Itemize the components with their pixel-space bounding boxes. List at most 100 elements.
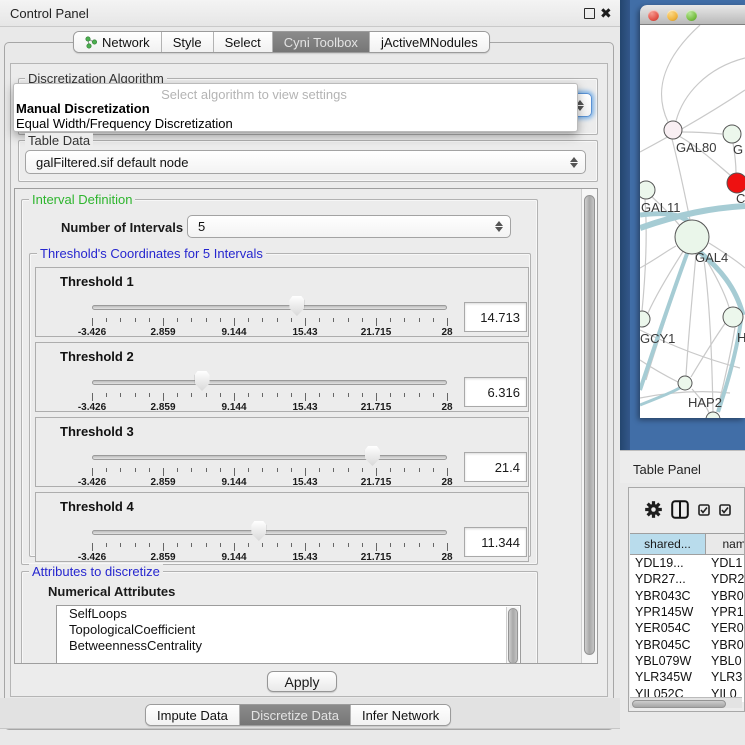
tab-cyni-toolbox[interactable]: Cyni Toolbox bbox=[273, 32, 370, 52]
tick-label: 28 bbox=[441, 402, 452, 413]
tick-label: 28 bbox=[441, 552, 452, 563]
algorithm-option-manual[interactable]: Manual Discretization bbox=[16, 101, 150, 116]
tab-jactivemnodules[interactable]: jActiveMNodules bbox=[370, 32, 489, 52]
cytoscape-desktop: GAL80GCGAL11GAL4GCY1HHAP2 bbox=[620, 0, 745, 450]
table-row[interactable]: YDL19...YDL1 bbox=[630, 555, 745, 571]
tab-label: Discretize Data bbox=[251, 708, 339, 723]
network-node-gal11[interactable] bbox=[640, 181, 655, 199]
minor-tick bbox=[319, 393, 320, 397]
attribute-list-item[interactable]: BetweennessCentrality bbox=[57, 638, 520, 654]
table-cell: YDL1 bbox=[706, 555, 745, 571]
table-row[interactable]: YER054CYER0 bbox=[630, 620, 745, 636]
threshold-value-field[interactable]: 6.316 bbox=[464, 377, 527, 407]
minimize-button[interactable] bbox=[667, 10, 678, 21]
network-edge-highlighted[interactable] bbox=[640, 385, 684, 405]
network-node-gal80[interactable] bbox=[664, 121, 682, 139]
minor-tick bbox=[333, 468, 334, 472]
settings-scrollbar-thumb[interactable] bbox=[584, 195, 595, 655]
tab-network[interactable]: Network bbox=[74, 32, 162, 52]
table-row[interactable]: YBR043CYBR0 bbox=[630, 588, 745, 604]
table-cell: YBR0 bbox=[706, 636, 745, 652]
major-tick bbox=[376, 318, 377, 326]
minor-tick bbox=[106, 318, 107, 322]
slider-track[interactable] bbox=[92, 455, 447, 460]
network-node-c[interactable] bbox=[727, 173, 745, 193]
algorithm-placeholder-option[interactable]: Select algorithm to view settings bbox=[14, 87, 494, 102]
tick-label: -3.426 bbox=[78, 552, 106, 563]
slider-track[interactable] bbox=[92, 530, 447, 535]
table-data-label: Table Data bbox=[25, 133, 93, 148]
network-node-gcy1[interactable] bbox=[640, 311, 650, 327]
algorithm-option-equal-width[interactable]: Equal Width/Frequency Discretization bbox=[16, 116, 233, 131]
minor-tick bbox=[419, 393, 420, 397]
table-hscrollbar[interactable] bbox=[630, 697, 742, 708]
tab-discretize-data[interactable]: Discretize Data bbox=[240, 705, 351, 725]
threshold-value-field[interactable]: 11.344 bbox=[464, 527, 527, 557]
slider-track[interactable] bbox=[92, 305, 447, 310]
network-edge[interactable] bbox=[686, 254, 696, 376]
split-column-icon[interactable] bbox=[671, 500, 689, 519]
attribute-list-item[interactable]: TopologicalCoefficient bbox=[57, 622, 520, 638]
minor-tick bbox=[220, 468, 221, 472]
slider-handle[interactable] bbox=[289, 296, 304, 316]
network-node[interactable] bbox=[706, 412, 720, 418]
tab-infer-network[interactable]: Infer Network bbox=[351, 705, 450, 725]
slider-handle[interactable] bbox=[251, 521, 266, 541]
slider-track[interactable] bbox=[92, 380, 447, 385]
minor-tick bbox=[262, 543, 263, 547]
table-row[interactable]: YBR045CYBR0 bbox=[630, 636, 745, 652]
numerical-attributes-list[interactable]: SelfLoopsTopologicalCoefficientBetweenne… bbox=[56, 605, 521, 664]
attribute-list-item[interactable]: SelfLoops bbox=[57, 606, 520, 622]
table-data-combo[interactable]: galFiltered.sif default node bbox=[25, 150, 586, 174]
network-window-titlebar bbox=[640, 5, 745, 25]
slider-handle[interactable] bbox=[195, 371, 210, 391]
table-row[interactable]: YPR145WYPR1 bbox=[630, 604, 745, 620]
major-tick bbox=[92, 468, 93, 476]
gear-icon[interactable] bbox=[645, 501, 662, 518]
network-edge[interactable] bbox=[703, 253, 713, 412]
table-row[interactable]: YDR27...YDR2 bbox=[630, 571, 745, 587]
minor-tick bbox=[362, 468, 363, 472]
tab-style[interactable]: Style bbox=[162, 32, 214, 52]
desktop-edge bbox=[620, 0, 630, 450]
minor-tick bbox=[149, 318, 150, 322]
network-edge[interactable] bbox=[691, 322, 726, 377]
checkbox-icon[interactable] bbox=[698, 504, 710, 516]
list-scrollbar[interactable] bbox=[506, 607, 519, 664]
tick-label: 2.859 bbox=[150, 552, 175, 563]
zoom-button[interactable] bbox=[686, 10, 697, 21]
tab-impute-data[interactable]: Impute Data bbox=[146, 705, 240, 725]
network-edge[interactable] bbox=[682, 132, 722, 134]
float-window-icon[interactable] bbox=[584, 8, 595, 19]
network-node-h[interactable] bbox=[723, 307, 743, 327]
tab-select[interactable]: Select bbox=[214, 32, 273, 52]
table-cell: YDL19... bbox=[630, 555, 706, 571]
threshold-value-field[interactable]: 21.4 bbox=[464, 452, 527, 482]
column-header-name[interactable]: name bbox=[706, 534, 745, 554]
minor-tick bbox=[177, 543, 178, 547]
network-node-g[interactable] bbox=[723, 125, 741, 143]
table-hscrollbar-thumb[interactable] bbox=[632, 700, 726, 708]
minor-tick bbox=[348, 393, 349, 397]
list-scrollbar-thumb[interactable] bbox=[508, 608, 518, 664]
apply-button-label: Apply bbox=[284, 674, 319, 690]
network-node-gal4[interactable] bbox=[675, 220, 709, 254]
threshold-value-field[interactable]: 14.713 bbox=[464, 302, 527, 332]
table-row[interactable]: YBL079WYBL0 bbox=[630, 653, 745, 669]
network-canvas[interactable]: GAL80GCGAL11GAL4GCY1HHAP2 bbox=[640, 25, 745, 418]
num-intervals-combo[interactable]: 5 bbox=[187, 215, 511, 238]
apply-button[interactable]: Apply bbox=[267, 671, 337, 692]
table-cell: YER054C bbox=[630, 620, 706, 636]
tick-label: 9.144 bbox=[221, 552, 246, 563]
tab-label: Infer Network bbox=[362, 708, 439, 723]
column-header-shared-name[interactable]: shared... bbox=[630, 534, 706, 554]
table-cell: YBR043C bbox=[630, 588, 706, 604]
close-button[interactable] bbox=[648, 10, 659, 21]
checkbox-icon[interactable] bbox=[719, 504, 731, 516]
close-panel-icon[interactable]: ✖ bbox=[600, 5, 612, 22]
slider-handle[interactable] bbox=[365, 446, 380, 466]
control-panel-title: Control Panel bbox=[10, 6, 89, 21]
table-row[interactable]: YLR345WYLR3 bbox=[630, 669, 745, 685]
network-node-hap2[interactable] bbox=[678, 376, 692, 390]
settings-scrollbar[interactable] bbox=[581, 189, 597, 663]
